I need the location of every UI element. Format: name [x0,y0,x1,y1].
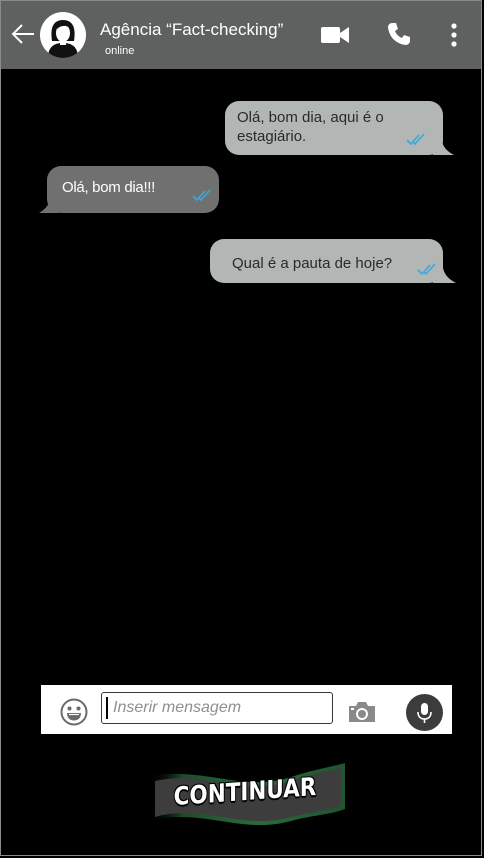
message-text-line: Qual é a pauta de hoje? [232,255,393,272]
emoji-icon[interactable] [60,698,88,726]
phone-frame: Agência “Fact-checking” online Olá, bom … [0,0,482,856]
message-text-line: Olá, bom dia!!! [62,179,156,196]
message-input[interactable] [101,692,333,724]
contact-name[interactable]: Agência “Fact-checking” [100,20,283,40]
avatar[interactable] [40,12,86,58]
message-text-line: estagiário. [237,128,307,145]
more-vert-icon[interactable] [448,22,460,48]
contact-status: online [105,45,135,57]
message-text-line: Olá, bom dia, aqui é o [237,109,384,126]
read-ticks-icon [192,189,211,202]
continue-button[interactable]: CONTINUAR [141,759,349,831]
read-ticks-icon [417,263,436,276]
read-ticks-icon [406,133,425,146]
avatar-icon [48,20,78,58]
message-outgoing[interactable]: Olá, bom dia, aqui é o estagiário. [225,101,443,155]
mic-icon [417,703,432,723]
message-composer [41,685,452,734]
message-outgoing[interactable]: Qual é a pauta de hoje? [210,239,443,283]
chat-header: Agência “Fact-checking” online [1,1,481,69]
text-caret [106,697,108,719]
camera-icon[interactable] [347,700,377,724]
video-call-icon[interactable] [320,25,350,45]
back-arrow-icon[interactable] [10,21,36,47]
voice-record-button[interactable] [406,694,443,731]
phone-icon[interactable] [386,21,412,47]
